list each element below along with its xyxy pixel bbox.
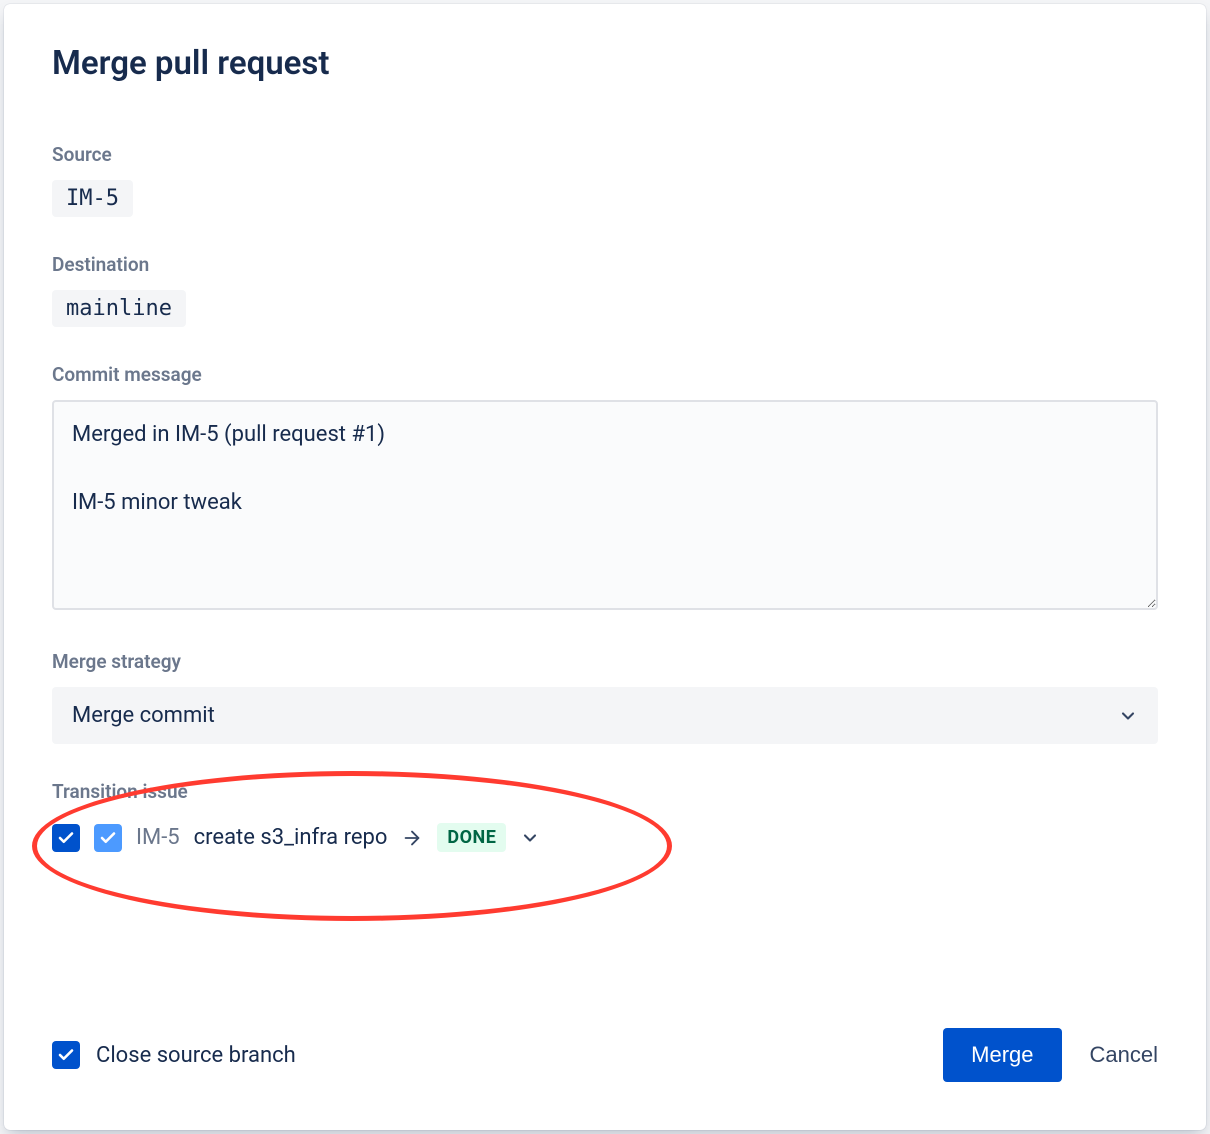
merge-strategy-value: Merge commit — [72, 703, 215, 728]
cancel-button[interactable]: Cancel — [1090, 1042, 1158, 1068]
merge-strategy-select[interactable]: Merge commit — [52, 687, 1158, 744]
commit-message-label: Commit message — [52, 363, 1158, 386]
destination-field: Destination mainline — [52, 253, 1158, 327]
chevron-down-icon — [1118, 706, 1138, 726]
close-branch-label: Close source branch — [96, 1043, 296, 1068]
transition-issue-label: Transition issue — [52, 780, 1158, 803]
destination-branch-tag: mainline — [52, 290, 186, 327]
merge-strategy-label: Merge strategy — [52, 650, 1158, 673]
destination-label: Destination — [52, 253, 1158, 276]
merge-strategy-field: Merge strategy Merge commit — [52, 650, 1158, 744]
close-source-branch-option[interactable]: Close source branch — [52, 1041, 296, 1069]
transition-issue-row: IM-5 create s3_infra repo DONE — [52, 817, 1158, 858]
issue-id: IM-5 — [136, 825, 180, 850]
transition-all-checkbox[interactable] — [52, 824, 80, 852]
issue-title: create s3_infra repo — [194, 825, 388, 850]
check-icon — [99, 829, 117, 847]
merge-pull-request-dialog: Merge pull request Source IM-5 Destinati… — [4, 4, 1206, 1130]
source-field: Source IM-5 — [52, 143, 1158, 217]
source-label: Source — [52, 143, 1158, 166]
footer-actions: Merge Cancel — [943, 1028, 1158, 1082]
check-icon — [57, 1046, 75, 1064]
commit-message-field: Commit message — [52, 363, 1158, 614]
dialog-footer: Close source branch Merge Cancel — [52, 988, 1158, 1082]
arrow-right-icon — [401, 827, 423, 849]
check-icon — [57, 829, 75, 847]
transition-issue-field: Transition issue IM-5 create s3_infra re… — [52, 780, 1158, 858]
dialog-title: Merge pull request — [52, 44, 1158, 83]
commit-message-input[interactable] — [52, 400, 1158, 610]
transition-issue-checkbox[interactable] — [94, 824, 122, 852]
close-branch-checkbox[interactable] — [52, 1041, 80, 1069]
status-badge: DONE — [437, 823, 506, 852]
source-branch-tag: IM-5 — [52, 180, 133, 217]
chevron-down-icon[interactable] — [520, 828, 540, 848]
merge-button[interactable]: Merge — [943, 1028, 1061, 1082]
